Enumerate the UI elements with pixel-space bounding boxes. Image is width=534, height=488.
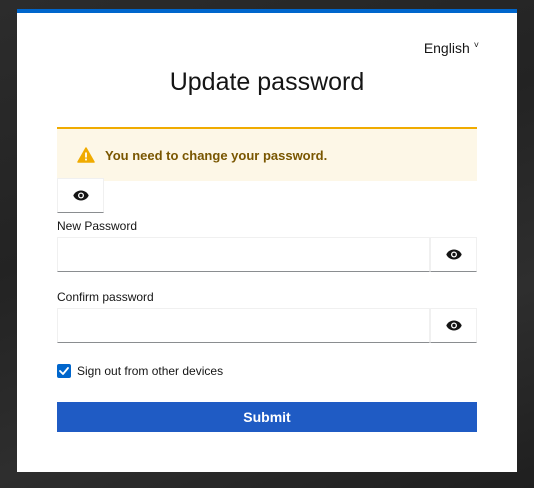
chevron-down-icon: ˅: [473, 40, 479, 50]
submit-button[interactable]: Submit: [57, 402, 477, 432]
confirm-password-visibility-toggle[interactable]: [430, 308, 477, 343]
eye-icon: [445, 320, 462, 331]
eye-icon: [72, 190, 89, 201]
update-password-card: English ˅ Update password You need to ch…: [17, 9, 517, 472]
sign-out-other-devices-option[interactable]: Sign out from other devices: [57, 364, 223, 378]
alert-message: You need to change your password.: [105, 147, 328, 163]
confirm-password-label: Confirm password: [57, 290, 154, 304]
language-selector[interactable]: English ˅: [424, 40, 479, 56]
page-title: Update password: [169, 68, 365, 96]
confirm-password-field[interactable]: [57, 308, 430, 343]
warning-triangle-icon: [77, 147, 95, 163]
new-password-label: New Password: [57, 219, 138, 233]
eye-icon: [445, 249, 462, 260]
checkmark-icon: [59, 367, 69, 375]
warning-alert: You need to change your password.: [57, 127, 477, 181]
new-password-field[interactable]: [57, 237, 430, 272]
new-password-visibility-toggle[interactable]: [430, 237, 477, 272]
show-password-toggle[interactable]: [57, 178, 104, 213]
language-label: English: [423, 40, 470, 56]
sign-out-checkbox[interactable]: [57, 364, 71, 378]
sign-out-checkbox-label: Sign out from other devices: [77, 364, 224, 378]
